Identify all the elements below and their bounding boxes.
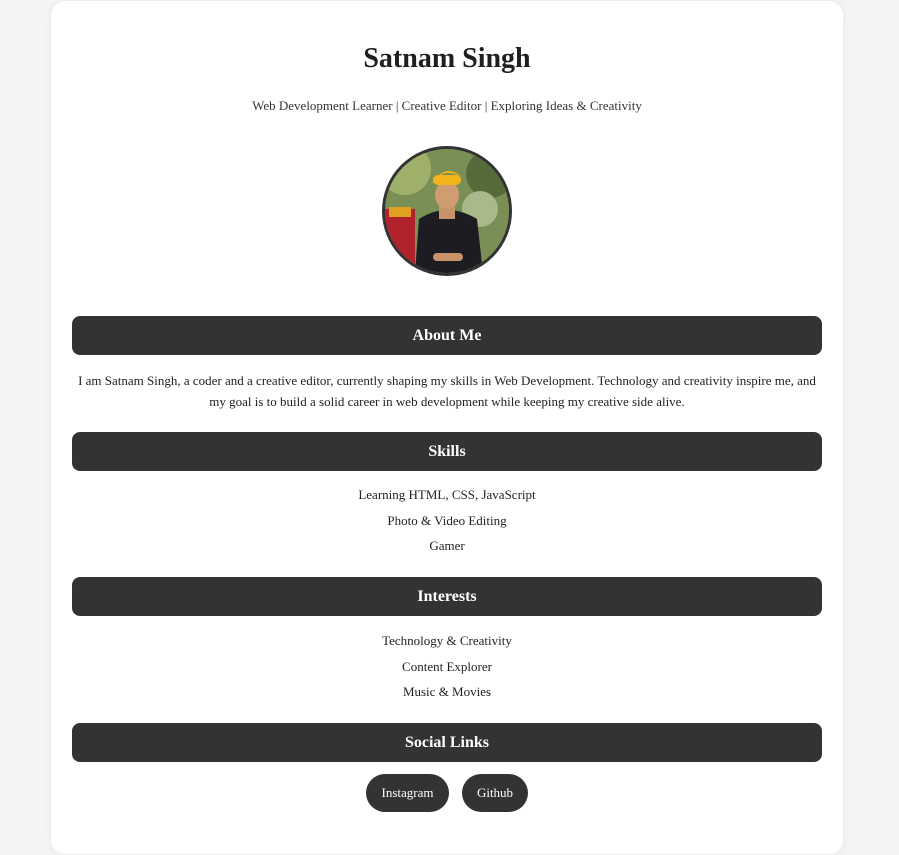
- instagram-link[interactable]: Instagram: [366, 774, 449, 812]
- profile-avatar: [382, 146, 512, 276]
- list-item: Technology & Creativity: [382, 633, 512, 648]
- skills-list: Learning HTML, CSS, JavaScript Photo & V…: [72, 482, 822, 559]
- list-item: Learning HTML, CSS, JavaScript: [358, 487, 536, 502]
- social-links: Instagram Github: [51, 774, 843, 812]
- list-item: Gamer: [429, 538, 465, 553]
- github-link[interactable]: Github: [462, 774, 528, 812]
- profile-name: Satnam Singh: [363, 43, 531, 74]
- interests-list: Technology & Creativity Content Explorer…: [72, 628, 822, 705]
- profile-card: Satnam Singh Web Development Learner | C…: [51, 1, 843, 854]
- about-heading: About Me: [72, 316, 822, 355]
- list-item: Content Explorer: [402, 658, 492, 674]
- about-text: I am Satnam Singh, a coder and a creativ…: [78, 373, 816, 409]
- social-heading: Social Links: [72, 723, 822, 762]
- list-item: Photo & Video Editing: [387, 512, 507, 528]
- interests-heading: Interests: [72, 577, 822, 616]
- list-item: Music & Movies: [402, 684, 492, 699]
- skills-heading: Skills: [72, 432, 822, 471]
- profile-tagline: Web Development Learner | Creative Edito…: [252, 98, 642, 113]
